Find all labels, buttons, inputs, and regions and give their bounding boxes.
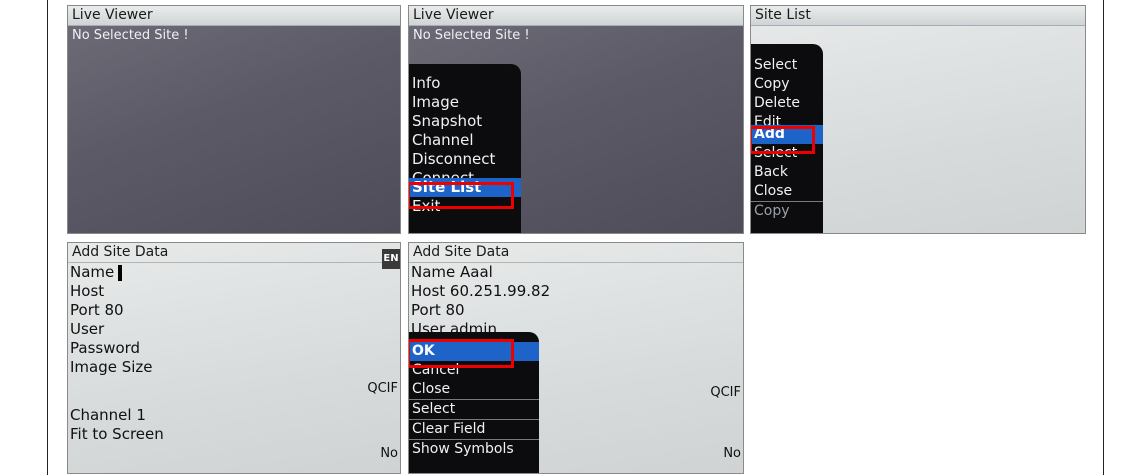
screen-title: Add Site Data — [68, 243, 400, 263]
add-site-menu-screen: Add Site Data Name Aaal Host 60.251.99.8… — [408, 242, 744, 474]
input-language-badge[interactable]: EN — [382, 249, 400, 269]
password-field[interactable]: Password — [70, 339, 140, 357]
user-field[interactable]: User admin — [411, 320, 497, 332]
user-field[interactable]: User — [70, 320, 104, 338]
image-size-value[interactable]: QCIF — [710, 385, 741, 400]
host-field[interactable]: Host 60.251.99.82 — [411, 282, 550, 300]
menu-item-delete[interactable]: Delete — [751, 94, 823, 113]
add-site-form-screen: Add Site Data EN Name Host Port 80 User … — [67, 242, 401, 474]
image-size-value[interactable]: QCIF — [367, 381, 398, 396]
port-field[interactable]: Port 80 — [411, 301, 465, 319]
menu-item-back[interactable]: Back — [751, 163, 823, 182]
no-site-notice: No Selected Site ! — [413, 28, 530, 43]
image-size-field[interactable]: Image Size — [70, 358, 153, 376]
name-label: Name — [70, 263, 115, 281]
menu-item-disconnect[interactable]: Disconnect — [409, 150, 521, 169]
menu-item-select[interactable]: Select — [751, 56, 823, 75]
no-site-notice: No Selected Site ! — [72, 28, 189, 43]
fit-to-screen-field[interactable]: Fit to Screen — [70, 425, 164, 443]
live-viewer-screen: Live Viewer No Selected Site ! — [67, 5, 401, 234]
menu-item-image[interactable]: Image — [409, 93, 521, 112]
highlight-add — [751, 126, 815, 154]
highlight-ok — [409, 339, 514, 368]
menu-item-close[interactable]: Close — [409, 380, 539, 400]
screen-title: Site List — [751, 6, 1085, 26]
text-cursor — [118, 264, 123, 281]
menu-item-channel[interactable]: Channel — [409, 131, 521, 150]
menu-item-copy-2[interactable]: Copy — [751, 202, 823, 221]
fit-to-screen-value[interactable]: No — [380, 446, 398, 461]
highlight-site-list — [409, 182, 514, 209]
port-field[interactable]: Port 80 — [70, 301, 124, 319]
site-list-screen: Site List Select Copy Delete Edit Add Se… — [750, 5, 1086, 234]
menu-item-connect[interactable]: Connect — [409, 169, 521, 178]
menu-item-select[interactable]: Select — [409, 400, 539, 420]
channel-field[interactable]: Channel 1 — [70, 406, 146, 424]
menu-item-snapshot[interactable]: Snapshot — [409, 112, 521, 131]
live-viewer-menu-screen: Live Viewer No Selected Site ! Info Imag… — [408, 5, 744, 234]
menu-item-edit[interactable]: Edit — [751, 113, 823, 125]
menu-item-info[interactable]: Info — [409, 74, 521, 93]
name-field[interactable]: Name — [70, 263, 123, 281]
screen-title: Live Viewer — [409, 6, 743, 26]
name-field[interactable]: Name Aaal — [411, 263, 493, 281]
menu-item-copy[interactable]: Copy — [751, 75, 823, 94]
fit-to-screen-value[interactable]: No — [723, 446, 741, 461]
screen-title: Add Site Data — [409, 243, 743, 263]
screen-title: Live Viewer — [68, 6, 400, 26]
menu-item-clear-field[interactable]: Clear Field — [409, 420, 539, 440]
menu-item-show-symbols[interactable]: Show Symbols — [409, 440, 539, 459]
host-field[interactable]: Host — [70, 282, 104, 300]
menu-item-close[interactable]: Close — [751, 182, 823, 202]
